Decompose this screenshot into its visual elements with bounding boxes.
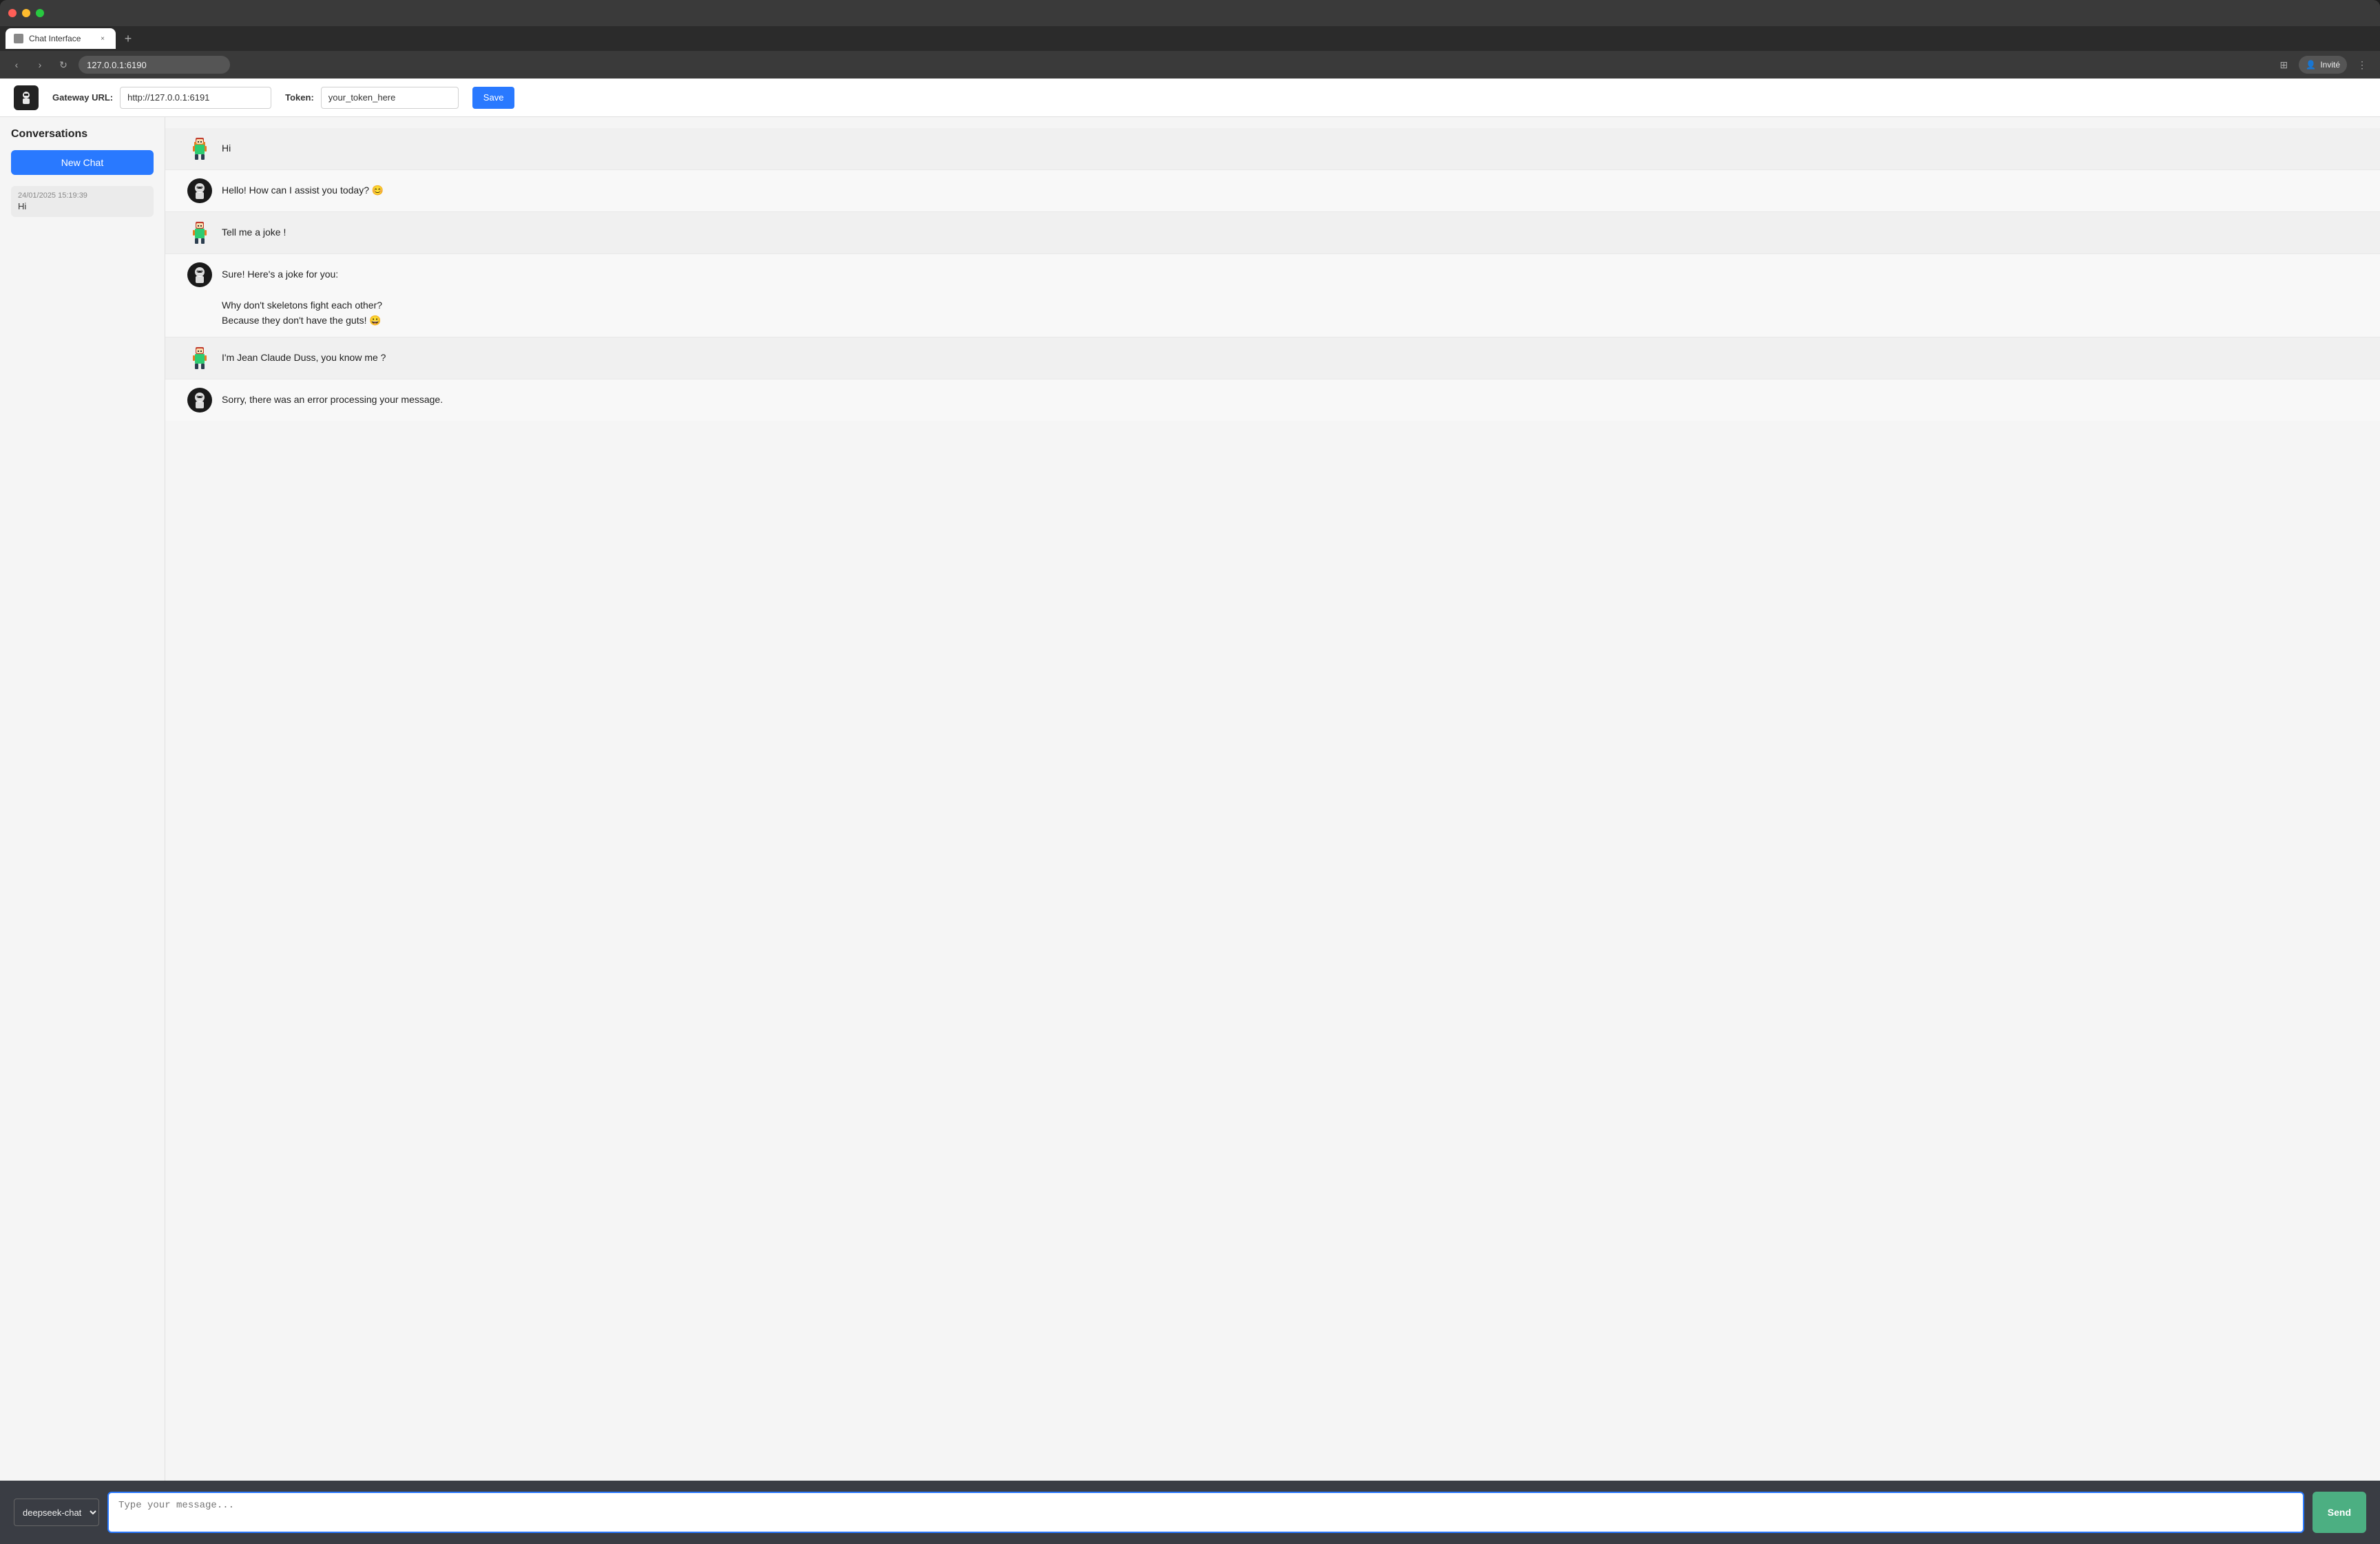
gateway-url-label: Gateway URL: — [52, 92, 113, 103]
app-header: Gateway URL: Token: Save — [0, 79, 2380, 117]
burgonet-logo-icon — [18, 90, 34, 106]
token-group: Token: — [285, 87, 459, 109]
message-content-2: Hello! How can I assist you today? 😊 — [222, 178, 2358, 198]
tab-favicon — [14, 34, 23, 43]
browser-window: Chat Interface × + ‹ › ↻ ⊞ 👤 Invité ⋮ — [0, 0, 2380, 1544]
profile-button[interactable]: 👤 Invité — [2299, 56, 2347, 74]
message-content-1: Hi — [222, 136, 2358, 156]
sidebar-title: Conversations — [11, 128, 154, 140]
user-avatar — [187, 136, 212, 161]
token-label: Token: — [285, 92, 314, 103]
tab-bar: Chat Interface × + — [0, 26, 2380, 51]
minimize-button[interactable] — [22, 9, 30, 17]
user-avatar-icon — [187, 220, 212, 245]
message-row: Hello! How can I assist you today? 😊 — [165, 170, 2380, 212]
user-avatar — [187, 220, 212, 245]
conversation-item[interactable]: 24/01/2025 15:19:39 Hi — [11, 186, 154, 217]
user-avatar-icon — [187, 136, 212, 161]
token-input[interactable] — [321, 87, 459, 109]
chat-area: Hi Hello! How can I assist you today? � — [165, 117, 2380, 1481]
new-tab-button[interactable]: + — [118, 29, 138, 48]
message-content-3: Tell me a joke ! — [222, 220, 2358, 240]
user-avatar — [187, 346, 212, 371]
app-window: Gateway URL: Token: Save Conversations N… — [0, 79, 2380, 1544]
message-row: Tell me a joke ! — [165, 212, 2380, 254]
bot-avatar — [187, 388, 212, 413]
conversation-preview: Hi — [18, 201, 147, 211]
address-bar: ‹ › ↻ ⊞ 👤 Invité ⋮ — [0, 51, 2380, 79]
profile-icon: 👤 — [2306, 60, 2316, 70]
browser-actions: ⊞ 👤 Invité ⋮ — [2274, 55, 2372, 74]
bot-avatar — [187, 178, 212, 203]
bot-logo-icon — [190, 181, 209, 200]
model-select[interactable]: deepseek-chat gpt-4 claude-3 — [14, 1499, 99, 1526]
bot-avatar — [187, 262, 212, 287]
more-options-icon[interactable]: ⋮ — [2352, 55, 2372, 74]
message-content-6: Sorry, there was an error processing you… — [222, 388, 2358, 407]
user-avatar-icon — [187, 346, 212, 371]
bot-logo-icon — [190, 390, 209, 410]
tab-close-button[interactable]: × — [98, 34, 107, 43]
translate-icon[interactable]: ⊞ — [2274, 55, 2293, 74]
tab-title: Chat Interface — [29, 34, 81, 43]
message-row: I'm Jean Claude Duss, you know me ? — [165, 337, 2380, 379]
sidebar: Conversations New Chat 24/01/2025 15:19:… — [0, 117, 165, 1481]
titlebar — [0, 0, 2380, 26]
bottom-bar: deepseek-chat gpt-4 claude-3 Send — [0, 1481, 2380, 1544]
send-button[interactable]: Send — [2313, 1492, 2366, 1533]
address-input[interactable] — [79, 56, 230, 74]
message-content-5: I'm Jean Claude Duss, you know me ? — [222, 346, 2358, 365]
conversation-date: 24/01/2025 15:19:39 — [18, 191, 147, 200]
message-row: Hi — [165, 128, 2380, 170]
maximize-button[interactable] — [36, 9, 44, 17]
bot-logo-icon — [190, 265, 209, 284]
close-button[interactable] — [8, 9, 17, 17]
message-row: Sorry, there was an error processing you… — [165, 379, 2380, 421]
app-logo — [14, 85, 39, 110]
save-button[interactable]: Save — [472, 87, 515, 109]
browser-tab-chat[interactable]: Chat Interface × — [6, 28, 116, 49]
forward-button[interactable]: › — [32, 56, 48, 73]
message-row: Sure! Here's a joke for you: Why don't s… — [165, 254, 2380, 337]
gateway-url-group: Gateway URL: — [52, 87, 271, 109]
main-layout: Conversations New Chat 24/01/2025 15:19:… — [0, 117, 2380, 1481]
message-input[interactable] — [107, 1492, 2304, 1533]
new-chat-button[interactable]: New Chat — [11, 150, 154, 175]
back-button[interactable]: ‹ — [8, 56, 25, 73]
profile-label: Invité — [2320, 60, 2340, 70]
gateway-url-input[interactable] — [120, 87, 271, 109]
message-content-4: Sure! Here's a joke for you: Why don't s… — [222, 262, 2358, 328]
refresh-button[interactable]: ↻ — [55, 56, 72, 73]
